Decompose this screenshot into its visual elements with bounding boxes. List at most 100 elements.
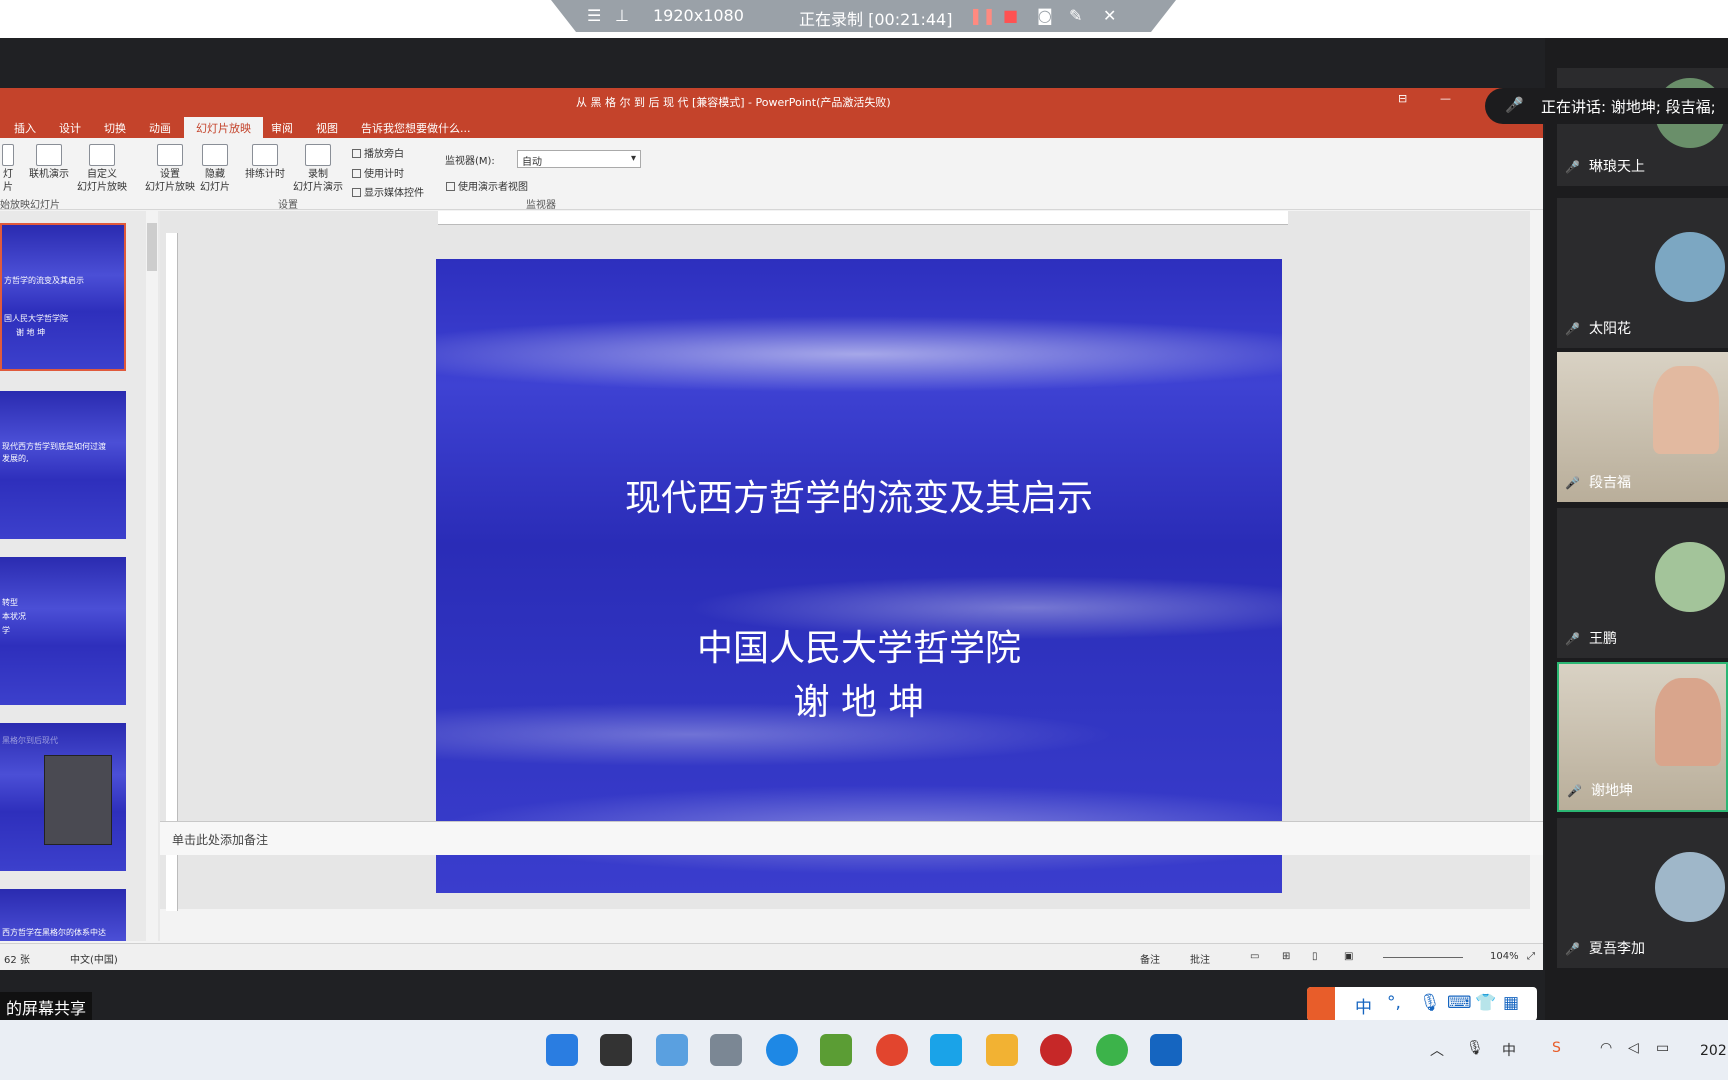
ime-punct[interactable]: °, (1387, 993, 1401, 1013)
tab-animations[interactable]: 动画 (149, 120, 171, 136)
widgets-icon[interactable] (656, 1034, 688, 1066)
slideshow-view-icon[interactable]: ▣ (1344, 951, 1353, 962)
zoom-level[interactable]: 104% (1490, 951, 1519, 962)
participant-tile-4[interactable]: 🎤 王鹏 (1557, 508, 1728, 658)
language-status[interactable]: 中文(中国) (70, 951, 118, 966)
thumbnail-3[interactable]: 转型 本状况 学 (0, 557, 126, 705)
start-icon[interactable] (546, 1034, 578, 1066)
thumbnail-1[interactable]: 方哲学的流变及其启示 国人民大学哲学院 谢 地 坤 (0, 223, 126, 371)
wifi-icon[interactable]: ◠ (1600, 1040, 1612, 1056)
ribbon-tabs: 插入 设计 切换 动画 幻灯片放映 审阅 视图 告诉我您想要做什么... (0, 114, 1543, 141)
ribbon-from-current[interactable]: 灯片 (0, 144, 16, 194)
notes-pane[interactable]: 单击此处添加备注 (160, 821, 1543, 855)
participant-tile-6[interactable]: 🎤 夏吾李加 (1557, 818, 1728, 968)
battery-icon[interactable]: ▭ (1656, 1040, 1669, 1056)
ime-tray-icon[interactable]: 中 (1502, 1040, 1516, 1060)
thumbnail-scrollbar[interactable] (146, 211, 158, 941)
thumbnail-2[interactable]: 现代西方哲学到底是如何过渡 发展的, (0, 391, 126, 539)
monitor-select[interactable]: 自动 ▾ (517, 150, 641, 168)
tab-design[interactable]: 设计 (59, 120, 81, 136)
check-narration[interactable]: 播放旁白 (352, 145, 404, 160)
mic-muted-icon: 🎤 (1565, 942, 1580, 956)
file-explorer-icon[interactable] (986, 1034, 1018, 1066)
check-timings[interactable]: 使用计时 (352, 165, 404, 180)
notes-toggle[interactable]: 备注 (1140, 951, 1160, 966)
participant-tile-5[interactable]: 🎤 谢地坤 (1557, 662, 1728, 812)
slide-scrollbar[interactable] (1530, 211, 1542, 909)
tab-view[interactable]: 视图 (316, 120, 338, 136)
volume-icon[interactable]: ◁ (1628, 1040, 1639, 1056)
skin-icon[interactable]: 👕 (1475, 993, 1496, 1013)
ribbon-setup-show[interactable]: 设置 幻灯片放映 (142, 144, 198, 194)
status-bar: 62 张 中文(中国) 备注 批注 ▭ ⊞ ▯ ▣ 104% ⤢ (0, 943, 1543, 970)
comments-toggle[interactable]: 批注 (1190, 951, 1210, 966)
menu-icon[interactable]: ☰ (587, 6, 605, 25)
tab-review[interactable]: 审阅 (271, 120, 293, 136)
mic-icon: 🎤 (1567, 784, 1582, 798)
tab-insert[interactable]: 插入 (14, 120, 36, 136)
minimize-icon[interactable]: — (1440, 92, 1451, 105)
tell-me-search[interactable]: 告诉我您想要做什么... (361, 120, 471, 136)
ribbon-hide-slide[interactable]: 隐藏 幻灯片 (198, 144, 232, 194)
participant-tile-2[interactable]: 🎤 太阳花 (1557, 198, 1728, 348)
grid-icon[interactable]: ▦ (1503, 993, 1519, 1013)
camera-icon[interactable]: ◙ (1037, 6, 1055, 25)
pen-icon[interactable]: ✎ (1069, 6, 1087, 25)
sorter-view-icon[interactable]: ⊞ (1282, 951, 1290, 962)
chevron-up-icon[interactable]: ︿ (1430, 1040, 1444, 1060)
mic-icon[interactable]: 🎙 (1419, 993, 1441, 1013)
task-view-icon[interactable] (600, 1034, 632, 1066)
thumbnail-5[interactable]: 西方哲学在黑格尔的体系中达 (0, 889, 126, 941)
thumbnail-4[interactable]: 黑格尔到后现代 (0, 723, 126, 871)
tab-transitions[interactable]: 切换 (104, 120, 126, 136)
slide-subtitle-author[interactable]: 谢 地 坤 (436, 673, 1282, 725)
resolution-label: 1920x1080 (653, 6, 744, 25)
avatar (1655, 232, 1725, 302)
zoom-slider[interactable] (1383, 957, 1463, 958)
scroll-thumb[interactable] (147, 223, 157, 271)
tencent-meeting-icon[interactable] (1150, 1034, 1182, 1066)
windows-taskbar: ︿ 🎙 中 S ◠ ◁ ▭ 202 (0, 1020, 1728, 1080)
ribbon-online-present[interactable]: 联机演示 (26, 144, 72, 181)
powerpoint-window: 从 黑 格 尔 到 后 现 代 [兼容模式] - PowerPoint(产品激活… (0, 88, 1543, 970)
participant-tile-3[interactable]: 🎤 段吉福 (1557, 352, 1728, 502)
app-icon[interactable] (930, 1034, 962, 1066)
window-title: 从 黑 格 尔 到 后 现 代 [兼容模式] - PowerPoint(产品激活… (576, 96, 891, 109)
stop-icon[interactable]: ■ (1003, 6, 1021, 25)
check-presenter-view[interactable]: 使用演示者视图 (446, 178, 528, 193)
slide-icon (2, 144, 14, 166)
slide-canvas[interactable]: 现代西方哲学的流变及其启示 中国人民大学哲学院 谢 地 坤 (436, 259, 1282, 893)
ribbon-record[interactable]: 录制 幻灯片演示 (288, 144, 348, 194)
ime-toolbar[interactable]: 中 °, 🎙 ⌨ 👕 ▦ (1307, 987, 1537, 1021)
pause-icon[interactable]: ❚❚ (969, 6, 996, 25)
close-icon[interactable]: ✕ (1103, 6, 1121, 25)
clock[interactable]: 202 (1700, 1043, 1727, 1059)
slide-title[interactable]: 现代西方哲学的流变及其启示 (436, 469, 1282, 521)
edge-icon[interactable] (766, 1034, 798, 1066)
wechat-icon[interactable] (1096, 1034, 1128, 1066)
reading-view-icon[interactable]: ▯ (1312, 951, 1318, 962)
mic-muted-icon: 🎤 (1565, 632, 1580, 646)
mic-muted-icon: 🎤 (1505, 96, 1524, 114)
recorder-app-icon[interactable] (1040, 1034, 1072, 1066)
check-media-controls[interactable]: 显示媒体控件 (352, 184, 424, 199)
fit-slide-icon[interactable]: ⤢ (1527, 951, 1535, 962)
slide-thumbnails[interactable]: 方哲学的流变及其启示 国人民大学哲学院 谢 地 坤 现代西方哲学到底是如何过渡 … (0, 211, 160, 941)
checkbox-icon (352, 188, 361, 197)
pin-icon[interactable]: ⊥ (615, 6, 633, 25)
normal-view-icon[interactable]: ▭ (1250, 951, 1259, 962)
keyboard-icon[interactable]: ⌨ (1447, 993, 1472, 1013)
ribbon-display-icon[interactable]: ⊟ (1398, 92, 1407, 105)
sogou-tray-icon[interactable]: S (1552, 1040, 1561, 1056)
ribbon-custom-show[interactable]: 自定义 幻灯片放映 (72, 144, 132, 194)
ime-language[interactable]: 中 (1355, 993, 1372, 1018)
slide-subtitle-institution[interactable]: 中国人民大学哲学院 (436, 619, 1282, 671)
mic-tray-icon[interactable]: 🎙 (1466, 1040, 1484, 1056)
nvidia-icon[interactable] (820, 1034, 852, 1066)
calculator-icon[interactable] (710, 1034, 742, 1066)
ribbon-rehearse[interactable]: 排练计时 (240, 144, 290, 181)
chrome-icon[interactable] (876, 1034, 908, 1066)
vertical-ruler (166, 233, 178, 911)
participant-tile-1[interactable]: 🎤 琳琅天上 (1557, 68, 1728, 186)
recorder-toolbar: ☰ ⊥ 1920x1080 正在录制 [00:21:44] ❚❚ ■ ◙ ✎ ✕ (551, 0, 1176, 32)
